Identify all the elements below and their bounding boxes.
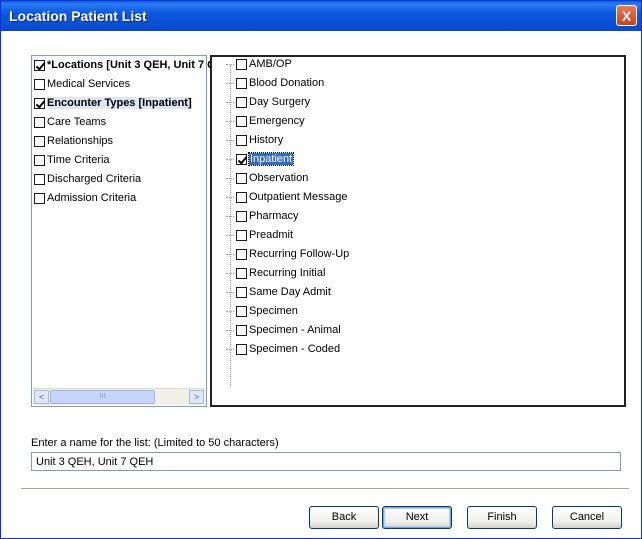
scroll-left-button[interactable]: < <box>34 390 49 404</box>
tree-item-outpatient-message[interactable]: Outpatient Message <box>226 191 347 209</box>
tree-item-label: Specimen - Animal <box>249 324 341 337</box>
criteria-item-label: Relationships <box>47 135 114 148</box>
title-bar[interactable]: Location Patient List X <box>1 1 641 31</box>
criteria-item-relationships[interactable]: Relationships <box>34 135 113 153</box>
tree-item-label: AMB/OP <box>249 58 292 71</box>
amb-op-checkbox[interactable] <box>236 58 247 70</box>
criteria-item-label: Encounter Types [Inpatient] <box>47 97 192 110</box>
blood-donation-checkbox[interactable] <box>236 77 247 89</box>
tree-item-label: Recurring Follow-Up <box>249 248 350 261</box>
tree-item-preadmit[interactable]: Preadmit <box>226 229 293 247</box>
specimen-checkbox[interactable] <box>236 305 247 317</box>
outpatient-message-checkbox[interactable] <box>236 191 247 203</box>
next-button[interactable]: Next <box>382 506 452 529</box>
criteria-item-medical-services[interactable]: Medical Services <box>34 78 130 96</box>
list-name-label: Enter a name for the list: (Limited to 5… <box>31 437 279 449</box>
chevron-right-icon: > <box>193 392 200 402</box>
close-button[interactable]: X <box>616 5 637 26</box>
criteria-item-label: *Locations [Unit 3 QEH, Unit 7 QEH] <box>47 59 235 72</box>
same-day-admit-checkbox[interactable] <box>236 286 247 298</box>
criteria-item-discharged-criteria[interactable]: Discharged Criteria <box>34 173 141 191</box>
tree-item-recurring-initial[interactable]: Recurring Initial <box>226 267 325 285</box>
tree-item-same-day-admit[interactable]: Same Day Admit <box>226 286 331 304</box>
recurring-follow-up-checkbox[interactable] <box>236 248 247 260</box>
tree-item-label: Emergency <box>249 115 305 128</box>
tree-item-label: Blood Donation <box>249 77 325 90</box>
window-title: Location Patient List <box>9 8 147 24</box>
tree-item-label: Day Surgery <box>249 96 311 109</box>
criteria-item-label: Admission Criteria <box>47 192 137 205</box>
criteria-item-locations[interactable]: *Locations [Unit 3 QEH, Unit 7 QEH] <box>34 59 235 77</box>
scroll-thumb[interactable]: III <box>50 390 155 404</box>
criteria-item-care-teams[interactable]: Care Teams <box>34 116 106 134</box>
tree-item-day-surgery[interactable]: Day Surgery <box>226 96 310 114</box>
scroll-right-button[interactable]: > <box>189 390 204 404</box>
history-checkbox[interactable] <box>236 134 247 146</box>
tree-item-label: Specimen <box>249 305 298 318</box>
tree-item-specimen-animal[interactable]: Specimen - Animal <box>226 324 341 342</box>
tree-item-label: Recurring Initial <box>249 267 326 280</box>
emergency-checkbox[interactable] <box>236 115 247 127</box>
criteria-item-label: Care Teams <box>47 116 107 129</box>
care-teams-checkbox[interactable] <box>34 116 45 128</box>
criteria-item-label: Time Criteria <box>47 154 110 167</box>
chevron-left-icon: < <box>38 392 45 402</box>
finish-button[interactable]: Finish <box>467 506 537 529</box>
horizontal-scrollbar[interactable]: < III > <box>33 388 205 405</box>
tree-item-label: Observation <box>249 172 309 185</box>
locations-checkbox[interactable] <box>34 59 45 71</box>
criteria-list: *Locations [Unit 3 QEH, Unit 7 QEH] Medi… <box>31 55 235 407</box>
day-surgery-checkbox[interactable] <box>236 96 247 108</box>
cancel-button[interactable]: Cancel <box>552 506 622 529</box>
medical-services-checkbox[interactable] <box>34 78 45 90</box>
relationships-checkbox[interactable] <box>34 135 45 147</box>
tree-item-blood-donation[interactable]: Blood Donation <box>226 77 324 95</box>
back-button[interactable]: Back <box>309 506 379 529</box>
criteria-item-encounter-types[interactable]: Encounter Types [Inpatient] <box>34 97 192 115</box>
grip-icon: III <box>99 393 106 400</box>
tree-item-label: Preadmit <box>249 229 294 242</box>
criteria-item-label: Medical Services <box>47 78 131 91</box>
preadmit-checkbox[interactable] <box>236 229 247 241</box>
tree-item-label: Same Day Admit <box>249 286 331 299</box>
dialog-body: *Locations [Unit 3 QEH, Unit 7 QEH] Medi… <box>1 31 641 538</box>
inpatient-checkbox[interactable] <box>236 153 247 165</box>
recurring-initial-checkbox[interactable] <box>236 267 247 279</box>
tree-item-label: Pharmacy <box>249 210 299 223</box>
encounter-types-checkbox[interactable] <box>34 97 45 109</box>
tree-item-recurring-follow-up[interactable]: Recurring Follow-Up <box>226 248 349 266</box>
tree-item-specimen-coded[interactable]: Specimen - Coded <box>226 343 340 361</box>
close-icon: X <box>621 8 632 24</box>
time-criteria-checkbox[interactable] <box>34 154 45 166</box>
tree-item-emergency[interactable]: Emergency <box>226 115 305 133</box>
pharmacy-checkbox[interactable] <box>236 210 247 222</box>
tree-item-label: Specimen - Coded <box>249 343 341 356</box>
tree-item-label: History <box>249 134 284 147</box>
tree-item-pharmacy[interactable]: Pharmacy <box>226 210 299 228</box>
criteria-item-label: Discharged Criteria <box>47 173 142 186</box>
criteria-item-admission-criteria[interactable]: Admission Criteria <box>34 192 136 210</box>
divider <box>21 488 629 490</box>
discharged-criteria-checkbox[interactable] <box>34 173 45 185</box>
list-name-input[interactable] <box>31 452 621 471</box>
encounter-types-tree: AMB/OP Blood Donation Day Surgery Emerge… <box>210 55 626 407</box>
specimen-animal-checkbox[interactable] <box>236 324 247 336</box>
tree-item-label: Outpatient Message <box>249 191 348 204</box>
specimen-coded-checkbox[interactable] <box>236 343 247 355</box>
tree-item-inpatient[interactable]: Inpatient <box>226 152 295 171</box>
admission-criteria-checkbox[interactable] <box>34 192 45 204</box>
dialog-window: Location Patient List X *Locations [Unit… <box>0 0 642 539</box>
tree-item-specimen[interactable]: Specimen <box>226 305 298 323</box>
observation-checkbox[interactable] <box>236 172 247 184</box>
tree-item-observation[interactable]: Observation <box>226 172 308 190</box>
criteria-item-time-criteria[interactable]: Time Criteria <box>34 154 110 172</box>
tree-item-label: Inpatient <box>247 152 295 167</box>
tree-item-amb-op[interactable]: AMB/OP <box>226 58 292 76</box>
tree-item-history[interactable]: History <box>226 134 283 152</box>
